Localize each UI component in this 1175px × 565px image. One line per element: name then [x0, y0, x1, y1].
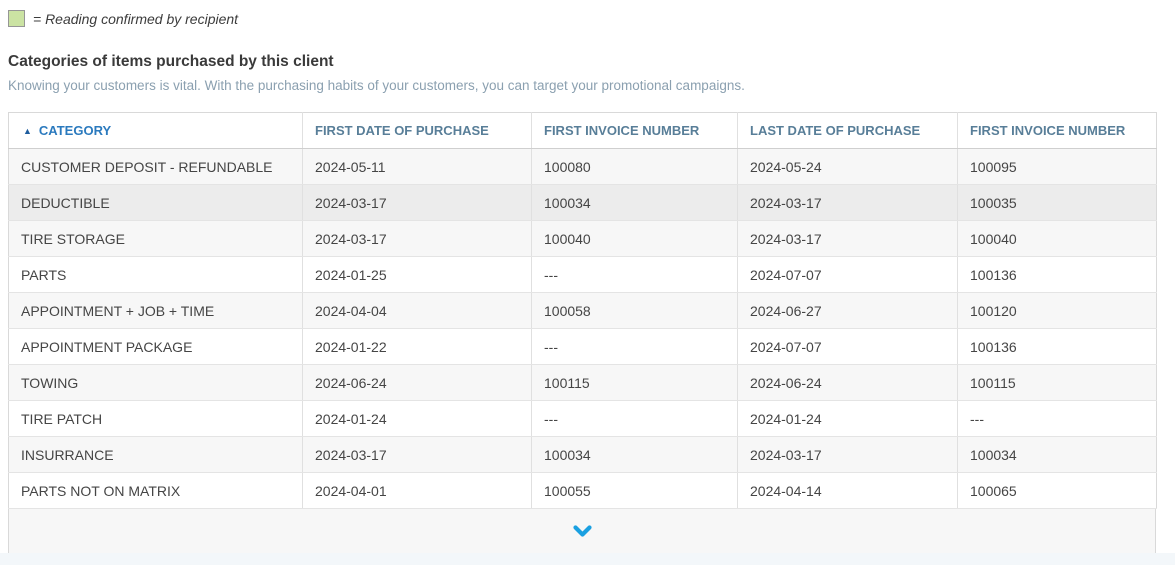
table-row[interactable]: TIRE PATCH2024-01-24---2024-01-24--- [9, 401, 1157, 437]
table-cell: 100115 [532, 365, 738, 401]
table-body: CUSTOMER DEPOSIT - REFUNDABLE2024-05-111… [9, 149, 1157, 509]
table-cell: 2024-07-07 [738, 329, 958, 365]
table-cell: PARTS [9, 257, 303, 293]
table-cell: 2024-01-22 [303, 329, 532, 365]
column-header-first-invoice-number-2[interactable]: FIRST INVOICE NUMBER [958, 113, 1157, 149]
table-cell: 2024-01-25 [303, 257, 532, 293]
section-title: Categories of items purchased by this cl… [8, 53, 334, 71]
expand-rows-button[interactable] [8, 509, 1156, 554]
table-cell: 100040 [958, 221, 1157, 257]
table-cell: APPOINTMENT + JOB + TIME [9, 293, 303, 329]
report-page: = Reading confirmed by recipient Categor… [0, 0, 1175, 565]
table-row[interactable]: INSURRANCE2024-03-171000342024-03-171000… [9, 437, 1157, 473]
page-bottom-strip [0, 553, 1175, 565]
table-row[interactable]: TOWING2024-06-241001152024-06-24100115 [9, 365, 1157, 401]
reading-confirmed-legend: = Reading confirmed by recipient [8, 10, 238, 27]
table-cell: TOWING [9, 365, 303, 401]
column-header-label: FIRST INVOICE NUMBER [544, 123, 699, 138]
table-cell: 100120 [958, 293, 1157, 329]
table-cell: 2024-04-04 [303, 293, 532, 329]
table-cell: 100040 [532, 221, 738, 257]
table-cell: 2024-03-17 [738, 185, 958, 221]
table-cell: 100034 [958, 437, 1157, 473]
legend-label: = Reading confirmed by recipient [33, 11, 238, 27]
column-header-label: CATEGORY [39, 123, 111, 138]
table-cell: CUSTOMER DEPOSIT - REFUNDABLE [9, 149, 303, 185]
table-cell: 2024-04-14 [738, 473, 958, 509]
table-cell: TIRE PATCH [9, 401, 303, 437]
table-cell: 100055 [532, 473, 738, 509]
table-cell: 2024-04-01 [303, 473, 532, 509]
table-row[interactable]: TIRE STORAGE2024-03-171000402024-03-1710… [9, 221, 1157, 257]
table-cell: --- [958, 401, 1157, 437]
table-cell: TIRE STORAGE [9, 221, 303, 257]
table-cell: 2024-03-17 [303, 221, 532, 257]
legend-color-swatch [8, 10, 25, 27]
table-cell: --- [532, 329, 738, 365]
table-cell: 2024-06-24 [303, 365, 532, 401]
table-header-row: ▲ CATEGORY FIRST DATE OF PURCHASE FIRST I… [9, 113, 1157, 149]
column-header-label: LAST DATE OF PURCHASE [750, 123, 920, 138]
table-cell: 100065 [958, 473, 1157, 509]
column-header-first-invoice-number[interactable]: FIRST INVOICE NUMBER [532, 113, 738, 149]
table-cell: 2024-05-11 [303, 149, 532, 185]
sort-asc-icon: ▲ [23, 126, 32, 136]
table-cell: PARTS NOT ON MATRIX [9, 473, 303, 509]
table-cell: --- [532, 257, 738, 293]
table-row[interactable]: DEDUCTIBLE2024-03-171000342024-03-171000… [9, 185, 1157, 221]
table-cell: 100095 [958, 149, 1157, 185]
table-cell: 100035 [958, 185, 1157, 221]
categories-table: ▲ CATEGORY FIRST DATE OF PURCHASE FIRST I… [8, 112, 1157, 509]
section-subtitle: Knowing your customers is vital. With th… [8, 78, 745, 93]
table-cell: 2024-03-17 [303, 185, 532, 221]
column-header-first-date-of-purchase[interactable]: FIRST DATE OF PURCHASE [303, 113, 532, 149]
table-cell: 100136 [958, 257, 1157, 293]
table-cell: 2024-05-24 [738, 149, 958, 185]
table-cell: 100136 [958, 329, 1157, 365]
column-header-label: FIRST DATE OF PURCHASE [315, 123, 489, 138]
chevron-down-icon [573, 525, 592, 538]
table-cell: 2024-03-17 [303, 437, 532, 473]
table-cell: 100115 [958, 365, 1157, 401]
table-cell: APPOINTMENT PACKAGE [9, 329, 303, 365]
table-cell: 2024-03-17 [738, 221, 958, 257]
column-header-last-date-of-purchase[interactable]: LAST DATE OF PURCHASE [738, 113, 958, 149]
table-cell: INSURRANCE [9, 437, 303, 473]
table-cell: 2024-06-27 [738, 293, 958, 329]
table-cell: 2024-03-17 [738, 437, 958, 473]
column-header-label: FIRST INVOICE NUMBER [970, 123, 1125, 138]
table-cell: 100080 [532, 149, 738, 185]
table-row[interactable]: APPOINTMENT PACKAGE2024-01-22---2024-07-… [9, 329, 1157, 365]
categories-table-container: ▲ CATEGORY FIRST DATE OF PURCHASE FIRST I… [8, 112, 1156, 554]
table-row[interactable]: APPOINTMENT + JOB + TIME2024-04-04100058… [9, 293, 1157, 329]
table-cell: 2024-01-24 [303, 401, 532, 437]
table-row[interactable]: PARTS NOT ON MATRIX2024-04-011000552024-… [9, 473, 1157, 509]
column-header-category[interactable]: ▲ CATEGORY [9, 113, 303, 149]
table-row[interactable]: PARTS2024-01-25---2024-07-07100136 [9, 257, 1157, 293]
table-cell: 2024-07-07 [738, 257, 958, 293]
table-row[interactable]: CUSTOMER DEPOSIT - REFUNDABLE2024-05-111… [9, 149, 1157, 185]
table-cell: 100058 [532, 293, 738, 329]
table-cell: --- [532, 401, 738, 437]
table-cell: 2024-01-24 [738, 401, 958, 437]
table-cell: 2024-06-24 [738, 365, 958, 401]
table-cell: 100034 [532, 185, 738, 221]
table-cell: 100034 [532, 437, 738, 473]
table-cell: DEDUCTIBLE [9, 185, 303, 221]
